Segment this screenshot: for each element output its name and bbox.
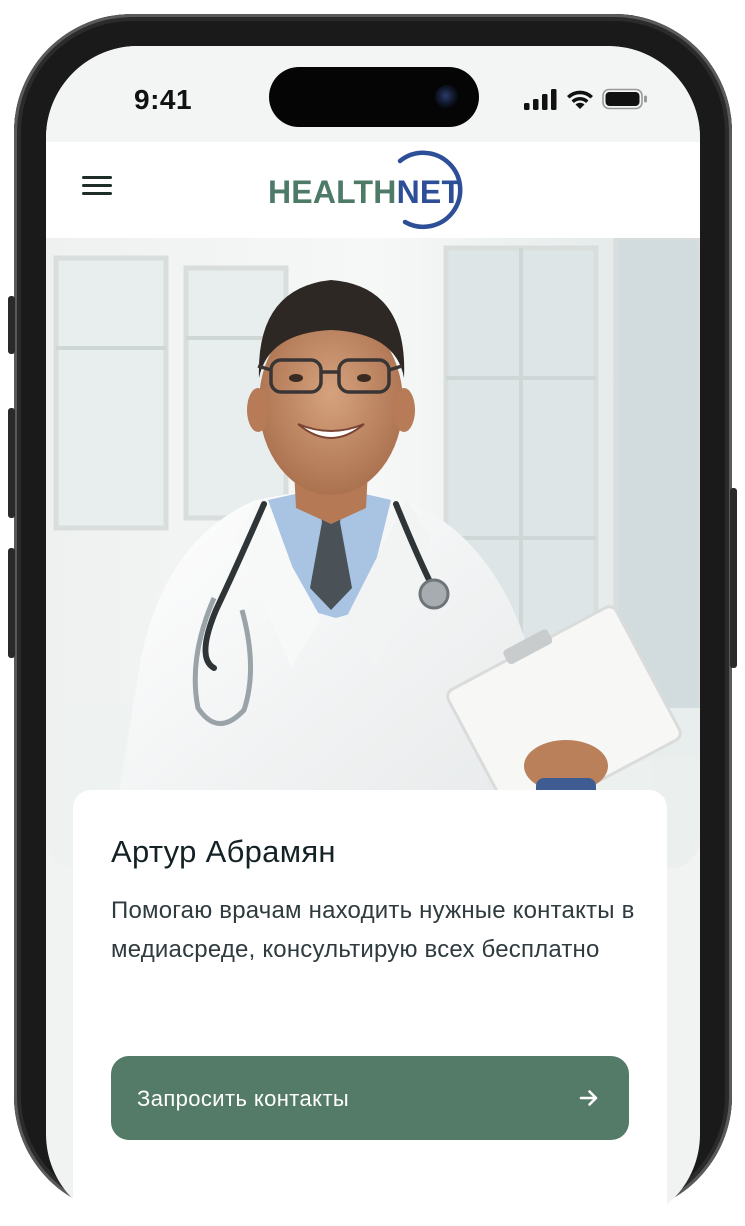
request-contacts-button[interactable]: Запросить контакты	[111, 1056, 629, 1140]
status-bar: 9:41	[46, 46, 700, 142]
status-time: 9:41	[134, 84, 193, 115]
doctor-photo	[46, 238, 700, 868]
menu-icon-line	[82, 184, 112, 187]
arrow-right-icon	[579, 1090, 598, 1106]
wifi-icon	[567, 90, 593, 109]
dynamic-island	[269, 67, 479, 127]
menu-icon-line	[82, 176, 112, 179]
logo-text: HEALTHNET	[268, 176, 461, 208]
power-button	[730, 488, 737, 668]
logo-text-net: NET	[396, 174, 462, 210]
volume-down-button	[8, 548, 15, 658]
menu-button[interactable]	[82, 176, 114, 200]
healthnet-logo[interactable]: HEALTHNET	[268, 148, 480, 234]
action-button	[8, 296, 15, 354]
profile-bio: Помогаю врачам находить нужные контакты …	[111, 897, 635, 963]
camera-icon	[435, 85, 459, 109]
signal-icon	[524, 89, 557, 110]
status-icons	[524, 88, 648, 110]
top-nav-bar: HEALTHNET	[46, 142, 700, 238]
profile-card: Артур Абрамян Помогаю врачам находить ну…	[73, 790, 667, 1226]
volume-up-button	[8, 408, 15, 518]
logo-text-health: HEALTH	[268, 174, 397, 210]
request-contacts-label: Запросить контакты	[137, 1086, 350, 1111]
menu-icon-line	[82, 192, 112, 195]
profile-name: Артур Абрамян	[111, 834, 336, 869]
battery-icon	[602, 88, 647, 110]
phone-screen: 9:41 HEALTHNET Артур Абрамян Помогаю вра…	[46, 46, 700, 1226]
